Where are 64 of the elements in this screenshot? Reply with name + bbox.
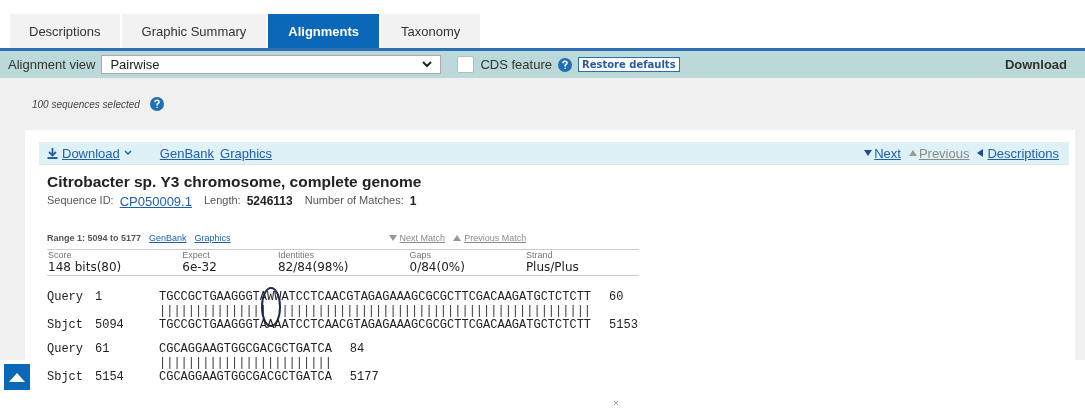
- field-label: Number of Matches:: [304, 194, 404, 208]
- nav-link[interactable]: Descriptions: [977, 145, 1059, 161]
- position-number: 60: [609, 290, 624, 304]
- download-icon: [47, 147, 58, 159]
- download-link[interactable]: Download: [47, 145, 132, 161]
- help-icon[interactable]: [558, 57, 572, 72]
- matches-value: 1: [409, 194, 417, 209]
- table-cell: 0/84(0%): [408, 260, 525, 276]
- up-arrow-icon: [453, 234, 462, 242]
- chevron-icon: [422, 61, 433, 68]
- table-cell: Plus/Plus: [524, 260, 639, 276]
- up-arrow-icon: [908, 149, 917, 157]
- checkbox-label: CDS feature: [480, 57, 552, 72]
- range-label: Range 1: 5094 to 5177: [47, 233, 142, 243]
- link[interactable]: Graphics: [194, 233, 231, 243]
- link[interactable]: GenBank: [159, 145, 215, 161]
- alignment-view-dropdown[interactable]: Pairwise: [101, 55, 442, 74]
- tab[interactable]: Alignments: [268, 14, 380, 48]
- sequence-id-link[interactable]: CP050009.1: [119, 194, 192, 209]
- field-label: Length:: [203, 194, 241, 208]
- caret-icon: [123, 150, 132, 156]
- table-cell: 148 bits(80): [47, 260, 182, 276]
- row-label: Sbjct: [47, 370, 84, 384]
- position-number: 5154: [95, 370, 125, 384]
- position-number: 5153: [609, 318, 638, 332]
- sequence-title: Citrobacter sp. Y3 chromosome, complete genome: [47, 173, 423, 191]
- table-cell: 82/84(98%): [276, 260, 409, 276]
- tab[interactable]: Taxonomy: [381, 14, 481, 48]
- column-header: Identities: [276, 249, 409, 260]
- help-icon[interactable]: [149, 97, 164, 111]
- column-header: Gaps: [408, 249, 525, 260]
- restore-defaults-button[interactable]: Restore defaults: [578, 57, 680, 72]
- subject-sequence: CGCAGGAAGTGGCGACGCTGATCA: [159, 370, 332, 384]
- down-arrow-icon: [864, 149, 873, 157]
- match-line: ||||||||||||||||||||||||: [159, 356, 332, 370]
- position-number: 61: [95, 342, 111, 356]
- checkbox[interactable]: [457, 56, 475, 73]
- position-number: 5094: [95, 318, 125, 332]
- tab[interactable]: Graphic Summary: [121, 14, 267, 48]
- position-number: 1: [95, 290, 104, 304]
- tab[interactable]: Descriptions: [10, 14, 120, 48]
- nav-link[interactable]: Next: [864, 145, 901, 161]
- row-label: Sbjct: [47, 318, 84, 332]
- link[interactable]: Graphics: [220, 145, 273, 161]
- column-header: Expect: [181, 249, 277, 260]
- field-label: Alignment view: [8, 57, 96, 72]
- cursor-icon: [613, 400, 619, 406]
- table-cell: 6e-32: [181, 260, 277, 276]
- left-arrow-icon: [977, 149, 986, 157]
- field-label: Sequence ID:: [47, 194, 114, 208]
- column-header: Score: [47, 249, 182, 260]
- scroll-top-button[interactable]: [4, 364, 30, 390]
- column-header: Strand: [524, 249, 639, 260]
- row-label: Query: [47, 342, 84, 356]
- selection-note: 100 sequences selected: [32, 98, 140, 110]
- subject-sequence: TGCCGCTGAAGGGTAAAATCCTCAACGTAGAGAAAGCGCGCTTCGACAAGATGCTCTCTT: [159, 318, 592, 332]
- query-sequence: CGCAGGAAGTGGCGACGCTGATCA: [159, 342, 332, 356]
- position-number: 5177: [349, 370, 379, 384]
- link[interactable]: GenBank: [149, 233, 187, 243]
- row-label: Query: [47, 290, 84, 304]
- down-arrow-icon: [388, 234, 397, 242]
- position-number: 84: [349, 342, 365, 356]
- length-value: 5246113: [246, 194, 293, 209]
- download-menu[interactable]: Download: [1004, 57, 1067, 72]
